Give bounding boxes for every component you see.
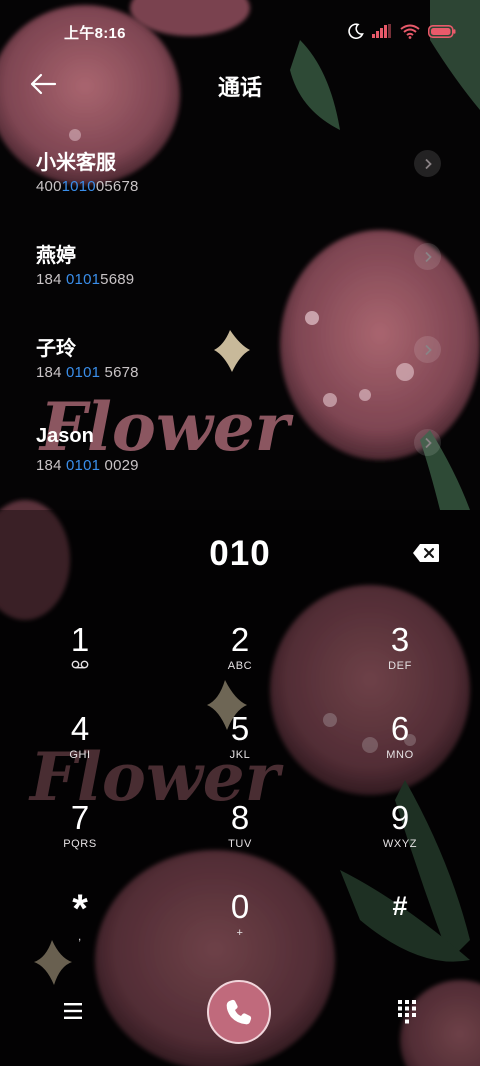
status-time: 上午8:16 bbox=[64, 25, 126, 42]
key-letters: WXYZ bbox=[382, 838, 418, 850]
menu-button[interactable] bbox=[60, 998, 86, 1024]
dialpad-icon bbox=[398, 1000, 416, 1024]
dialpad-toggle-button[interactable] bbox=[394, 998, 420, 1024]
key-8[interactable]: 8 TUV bbox=[180, 798, 300, 868]
status-bar: 上午8:16 bbox=[0, 0, 480, 62]
key-letters: MNO bbox=[386, 749, 414, 761]
key-letters: JKL bbox=[229, 749, 251, 761]
key-5[interactable]: 5 JKL bbox=[180, 709, 300, 779]
contact-row[interactable]: 燕婷 184 01015689 bbox=[0, 229, 480, 322]
moon-icon bbox=[348, 23, 364, 39]
key-digit: 8 bbox=[230, 799, 250, 836]
key-0[interactable]: 0 + bbox=[180, 887, 300, 957]
contact-detail-button[interactable] bbox=[414, 429, 441, 456]
voicemail-icon bbox=[20, 660, 140, 674]
contact-detail-button[interactable] bbox=[414, 243, 441, 270]
contact-row[interactable]: 小米客服 400101005678 bbox=[0, 136, 480, 229]
contact-detail-button[interactable] bbox=[414, 150, 441, 177]
key-digit: 9 bbox=[390, 799, 410, 836]
contact-detail-button[interactable] bbox=[414, 336, 441, 363]
call-button[interactable] bbox=[207, 980, 271, 1044]
key-digit: 3 bbox=[390, 621, 410, 658]
menu-icon bbox=[64, 1003, 82, 1019]
key-letters bbox=[340, 925, 460, 939]
key-hash[interactable]: # bbox=[340, 887, 460, 957]
backspace-icon bbox=[413, 544, 439, 562]
key-letters: ABC bbox=[227, 660, 253, 672]
chevron-right-icon bbox=[424, 158, 432, 169]
wifi-icon bbox=[400, 24, 420, 39]
signal-icon bbox=[372, 24, 391, 38]
key-3[interactable]: 3 DEF bbox=[340, 620, 460, 690]
contact-number: 184 0101 5678 bbox=[36, 364, 139, 381]
key-digit: 5 bbox=[230, 710, 250, 747]
key-letters: + bbox=[236, 927, 244, 939]
key-letters: DEF bbox=[388, 660, 412, 672]
contact-row[interactable]: 子玲 184 0101 5678 bbox=[0, 322, 480, 415]
key-digit: 0 bbox=[230, 888, 250, 925]
key-9[interactable]: 9 WXYZ bbox=[340, 798, 460, 868]
contact-name: Jason bbox=[36, 425, 94, 447]
header: 通话 bbox=[0, 62, 480, 106]
key-digit: # bbox=[392, 891, 408, 921]
key-2[interactable]: 2 ABC bbox=[180, 620, 300, 690]
key-1[interactable]: 1 bbox=[20, 620, 140, 690]
contact-number: 400101005678 bbox=[36, 178, 139, 195]
key-digit: 6 bbox=[390, 710, 410, 747]
phone-icon bbox=[226, 999, 252, 1025]
page-title: 通话 bbox=[217, 75, 262, 100]
key-digit: * bbox=[72, 887, 88, 931]
dialed-number[interactable]: 010 bbox=[0, 534, 480, 574]
key-digit: 1 bbox=[70, 621, 90, 658]
status-icons bbox=[348, 21, 456, 41]
contact-row[interactable]: Jason 184 0101 0029 bbox=[0, 415, 480, 508]
key-digit: 7 bbox=[70, 799, 90, 836]
contact-name: 燕婷 bbox=[36, 245, 76, 267]
key-letters: , bbox=[78, 931, 82, 943]
key-digit: 2 bbox=[230, 621, 250, 658]
bottom-bar bbox=[0, 978, 480, 1046]
chevron-right-icon bbox=[424, 344, 432, 355]
contact-number: 184 0101 0029 bbox=[36, 457, 139, 474]
key-7[interactable]: 7 PQRS bbox=[20, 798, 140, 868]
delete-button[interactable] bbox=[412, 543, 440, 563]
key-4[interactable]: 4 GHI bbox=[20, 709, 140, 779]
keypad: 1 2 ABC 3 DEF 4 GHI 5 JKL 6 MNO 7 PQRS 8… bbox=[0, 620, 480, 976]
key-star[interactable]: * , bbox=[20, 887, 140, 957]
contact-name: 小米客服 bbox=[36, 152, 116, 174]
contact-name: 子玲 bbox=[36, 338, 76, 360]
dial-entry: 010 bbox=[0, 530, 480, 580]
contact-number: 184 01015689 bbox=[36, 271, 135, 288]
key-letters: GHI bbox=[69, 749, 91, 761]
key-6[interactable]: 6 MNO bbox=[340, 709, 460, 779]
key-letters: PQRS bbox=[63, 838, 97, 850]
battery-icon bbox=[428, 24, 456, 38]
key-letters: TUV bbox=[228, 838, 252, 850]
chevron-right-icon bbox=[424, 251, 432, 262]
key-digit: 4 bbox=[70, 710, 90, 747]
chevron-right-icon bbox=[424, 437, 432, 448]
contact-list: 小米客服 400101005678 燕婷 184 01015689 子玲 184… bbox=[0, 136, 480, 508]
